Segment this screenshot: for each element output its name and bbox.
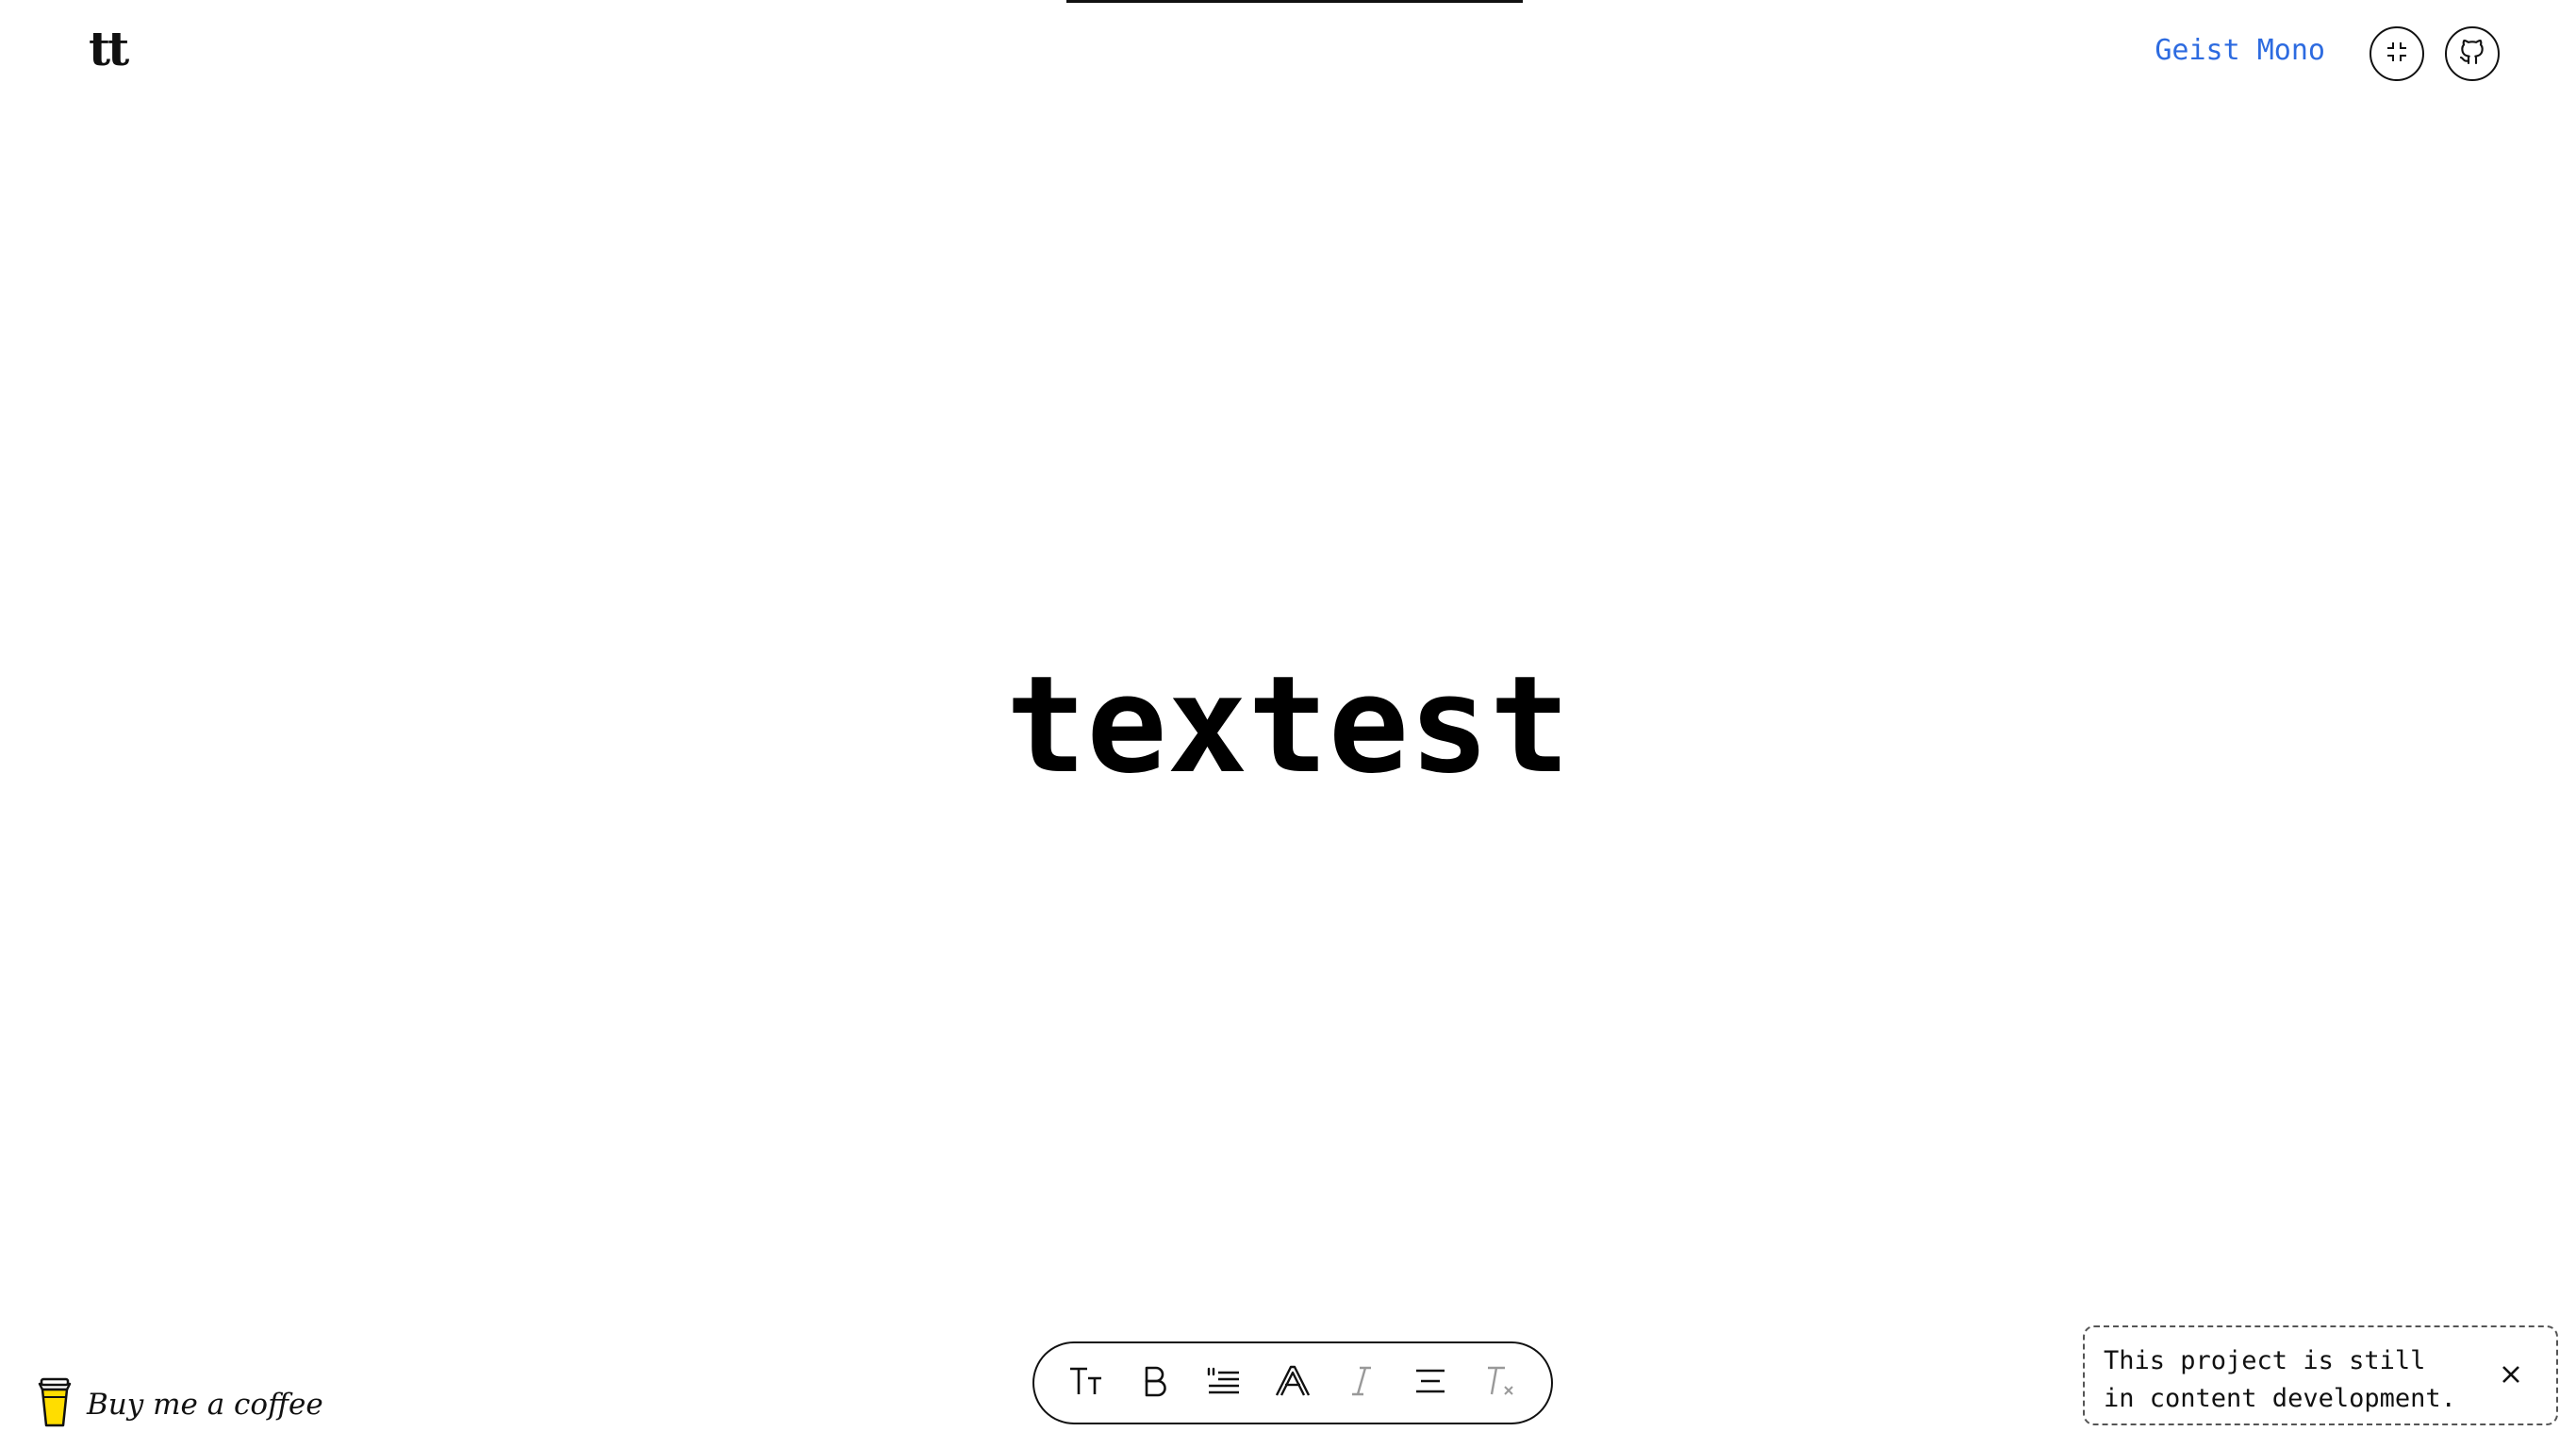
align-center-icon [1414,1367,1446,1399]
github-icon [2457,37,2487,71]
clear-format-button[interactable] [1473,1357,1526,1409]
font-name-link[interactable]: Geist Mono [2155,34,2325,67]
buy-me-a-coffee-link[interactable]: Buy me a coffee [36,1376,323,1433]
collapse-button[interactable] [2370,26,2424,81]
text-size-button[interactable] [1060,1357,1113,1409]
quote-list-button[interactable] [1197,1357,1250,1409]
bold-icon [1142,1365,1168,1401]
toast-close-button[interactable] [2494,1359,2528,1393]
italic-button[interactable] [1335,1357,1388,1409]
coffee-label: Buy me a coffee [87,1388,323,1422]
clear-format-icon [1482,1365,1516,1401]
logo[interactable]: tt [89,21,129,76]
sample-text[interactable]: textest [0,650,2576,801]
close-icon [2501,1364,2521,1389]
collapse-icon [2385,40,2409,68]
font-style-button[interactable] [1266,1357,1319,1409]
quote-list-icon [1205,1365,1243,1401]
toast-message: This project is still in content develop… [2104,1346,2456,1413]
italic-icon [1350,1365,1373,1401]
page: tt Geist Mono textest Buy me a coffee Th… [0,0,2576,1448]
bold-button[interactable] [1129,1357,1181,1409]
text-size-icon [1067,1364,1105,1402]
formatting-toolbar [1032,1341,1553,1424]
top-progress-line [1066,0,1523,3]
font-outline-icon [1275,1364,1311,1402]
align-center-button[interactable] [1404,1357,1457,1409]
coffee-cup-icon [36,1376,74,1433]
dev-notice-toast: This project is still in content develop… [2083,1325,2558,1425]
github-button[interactable] [2445,26,2500,81]
